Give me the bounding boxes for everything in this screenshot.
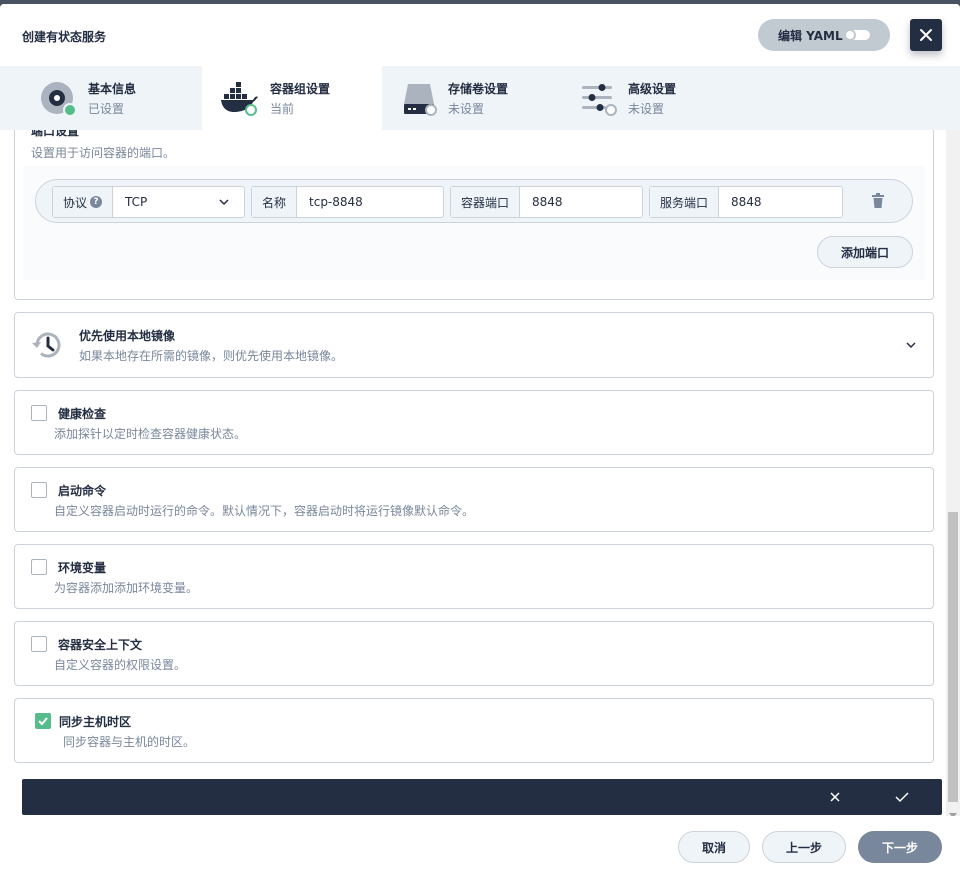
health-check-card: 健康检查 添加探针以定时检查容器健康状态。	[14, 390, 934, 455]
step-advanced-settings[interactable]: 高级设置 未设置	[562, 66, 742, 130]
close-icon	[920, 29, 932, 41]
step-basic-info[interactable]: 基本信息 已设置	[0, 66, 180, 130]
port-name-input[interactable]: 名称 tcp-8848	[251, 186, 444, 218]
previous-step-button[interactable]: 上一步	[762, 831, 846, 863]
start-command-desc: 自定义容器启动时运行的命令。默认情况下，容器启动时将运行镜像默认命令。	[54, 504, 475, 518]
local-image-desc: 如果本地存在所需的镜像，则优先使用本地镜像。	[79, 349, 344, 363]
modal-footer: 取消 上一步 下一步	[0, 816, 960, 873]
close-icon[interactable]	[828, 790, 842, 804]
edit-confirm-bar	[22, 779, 942, 815]
health-check-checkbox[interactable]	[31, 405, 47, 421]
env-vars-card: 环境变量 为容器添加添加环境变量。	[14, 544, 934, 609]
service-port-label: 服务端口	[650, 187, 720, 217]
close-button[interactable]	[910, 19, 942, 51]
protocol-value: TCP	[125, 195, 148, 209]
start-command-checkbox[interactable]	[31, 482, 47, 498]
container-port-input[interactable]: 容器端口 8848	[450, 186, 643, 218]
step-status: 已设置	[88, 102, 125, 116]
step-status: 未设置	[448, 102, 485, 116]
step-status: 当前	[270, 102, 295, 116]
port-name-label: 名称	[252, 187, 298, 217]
toggle-switch-icon	[844, 29, 870, 41]
create-statefulset-modal: 创建有状态服务 编辑 YAML 基本信息 已设置 容器组设置 当前 存储卷设置 …	[0, 4, 960, 873]
modal-title: 创建有状态服务	[22, 30, 107, 44]
health-check-title: 健康检查	[58, 407, 107, 421]
storage-disk-icon	[404, 84, 437, 116]
docker-whale-icon	[221, 82, 258, 116]
env-vars-title: 环境变量	[58, 561, 107, 575]
start-command-title: 启动命令	[58, 484, 107, 498]
sync-timezone-desc: 同步容器与主机的时区。	[63, 735, 196, 749]
port-settings-card: 端口设置 设置用于访问容器的端口。 协议 ? TCP 名称 tcp-8848 容…	[14, 130, 934, 300]
service-port-input[interactable]: 服务端口 8848	[649, 186, 843, 218]
port-settings-description: 设置用于访问容器的端口。	[31, 146, 176, 160]
sync-timezone-checkbox[interactable]	[35, 713, 51, 729]
env-vars-desc: 为容器添加添加环境变量。	[54, 581, 199, 595]
local-image-title: 优先使用本地镜像	[79, 329, 176, 343]
help-icon[interactable]: ?	[90, 196, 103, 208]
check-icon[interactable]	[894, 790, 910, 804]
step-name: 基本信息	[88, 82, 137, 96]
step-name: 高级设置	[628, 82, 677, 96]
port-name-value: tcp-8848	[309, 195, 363, 209]
protocol-label-cell: 协议 ?	[53, 187, 114, 217]
env-vars-checkbox[interactable]	[31, 559, 47, 575]
modal-header: 创建有状态服务 编辑 YAML	[0, 4, 960, 66]
container-port-value: 8848	[532, 195, 563, 209]
start-command-card: 启动命令 自定义容器启动时运行的命令。默认情况下，容器启动时将运行镜像默认命令。	[14, 467, 934, 532]
wizard-steps: 基本信息 已设置 容器组设置 当前 存储卷设置 未设置 高级设置 未设置	[0, 66, 960, 130]
vertical-scrollbar[interactable]	[946, 130, 960, 820]
sliders-icon	[582, 84, 617, 116]
cancel-button[interactable]: 取消	[678, 831, 750, 863]
edit-yaml-toggle[interactable]: 编辑 YAML	[758, 19, 890, 51]
security-context-title: 容器安全上下文	[58, 638, 143, 652]
protocol-label: 协议	[63, 195, 88, 210]
step-status: 未设置	[628, 102, 665, 116]
step-volume-settings[interactable]: 存储卷设置 未设置	[382, 66, 562, 130]
health-check-desc: 添加探针以定时检查容器健康状态。	[54, 427, 247, 441]
next-step-button[interactable]: 下一步	[858, 831, 942, 863]
scrollbar-thumb[interactable]	[948, 512, 958, 802]
step-name: 存储卷设置	[448, 82, 509, 96]
step-container-settings[interactable]: 容器组设置 当前	[202, 66, 382, 130]
add-port-button[interactable]: 添加端口	[817, 236, 913, 268]
port-list-area: 协议 ? TCP 名称 tcp-8848 容器端口 8848 服务端口 8848…	[23, 166, 925, 280]
port-settings-heading: 端口设置	[31, 130, 80, 138]
security-context-desc: 自定义容器的权限设置。	[54, 658, 187, 672]
security-context-checkbox[interactable]	[31, 636, 47, 652]
edit-yaml-label: 编辑 YAML	[778, 28, 843, 43]
sync-timezone-title: 同步主机时区	[59, 715, 132, 729]
trash-icon[interactable]	[870, 192, 886, 210]
sync-timezone-card: 同步主机时区 同步容器与主机的时区。	[14, 698, 934, 763]
protocol-select[interactable]: 协议 ? TCP	[52, 186, 245, 218]
local-image-card[interactable]: 优先使用本地镜像 如果本地存在所需的镜像，则优先使用本地镜像。	[14, 312, 934, 378]
security-context-card: 容器安全上下文 自定义容器的权限设置。	[14, 621, 934, 686]
history-clock-icon	[32, 332, 61, 358]
check-icon	[38, 717, 48, 726]
scroll-content: 端口设置 设置用于访问容器的端口。 协议 ? TCP 名称 tcp-8848 容…	[0, 130, 946, 820]
step-name: 容器组设置	[270, 82, 331, 96]
chevron-down-icon[interactable]	[905, 339, 917, 351]
disc-settings-icon	[41, 82, 77, 116]
chevron-down-icon	[219, 199, 229, 206]
service-port-value: 8848	[731, 195, 762, 209]
container-port-label: 容器端口	[451, 187, 521, 217]
port-row: 协议 ? TCP 名称 tcp-8848 容器端口 8848 服务端口 8848	[35, 179, 913, 223]
